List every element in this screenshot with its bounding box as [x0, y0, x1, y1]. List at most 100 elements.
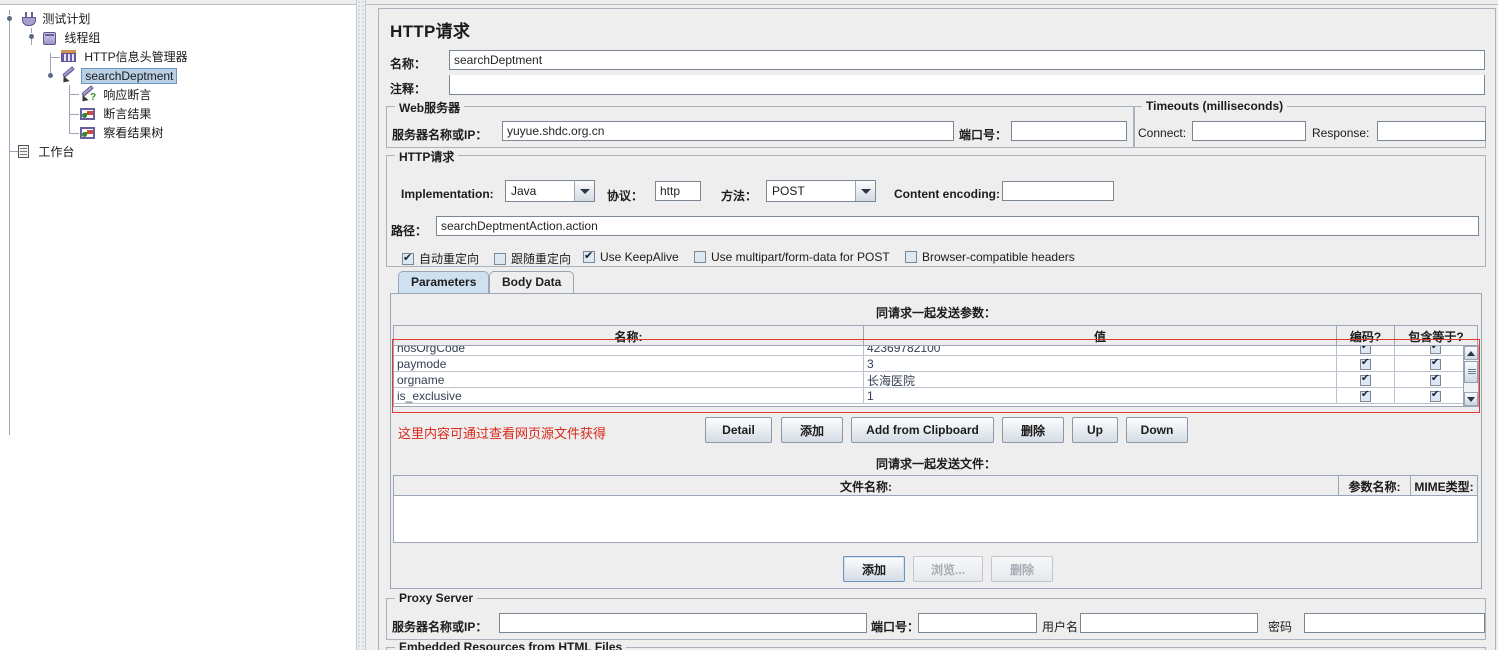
cell-param-name[interactable]: is_exclusive: [394, 388, 864, 404]
parameters-table[interactable]: 名称: 值 编码? 包含等于? hosOrgCode 42369782100 p…: [393, 325, 1478, 407]
cell-param-encode[interactable]: [1337, 388, 1395, 404]
tab-body-data[interactable]: Body Data: [489, 271, 575, 293]
add-from-clipboard-button[interactable]: Add from Clipboard: [851, 417, 994, 443]
web-server-host-label: 服务器名称或IP：: [392, 128, 488, 142]
checkbox-box[interactable]: [1430, 388, 1441, 402]
web-server-host-input[interactable]: yuyue.shdc.org.cn: [502, 121, 954, 141]
checkbox-auto-redirect[interactable]: 自动重定向: [402, 250, 479, 267]
tree-line: [50, 57, 60, 58]
cell-param-encode[interactable]: [1337, 356, 1395, 372]
add-file-button[interactable]: 添加: [843, 556, 905, 582]
column-header-value[interactable]: 值: [864, 326, 1337, 346]
cell-param-value[interactable]: 42369782100: [864, 346, 1337, 355]
column-header-include-equals[interactable]: 包含等于?: [1395, 326, 1477, 346]
web-server-port-input[interactable]: [1011, 121, 1127, 141]
proxy-port-input[interactable]: [918, 613, 1037, 633]
scroll-down-arrow-icon[interactable]: [1464, 392, 1478, 406]
tree-node-view-results-tree[interactable]: 察看结果树: [79, 125, 166, 141]
browse-file-button[interactable]: 浏览...: [913, 556, 983, 582]
checkbox-label: Browser-compatible headers: [922, 250, 1075, 264]
checkbox-box[interactable]: [1360, 372, 1371, 386]
column-header-filename[interactable]: 文件名称:: [394, 476, 1339, 496]
checkbox-multipart-form-data[interactable]: Use multipart/form-data for POST: [694, 250, 890, 264]
method-select[interactable]: POST: [766, 180, 876, 202]
checkbox-use-keepalive[interactable]: Use KeepAlive: [583, 249, 679, 264]
proxy-username-input[interactable]: [1080, 613, 1258, 633]
table-row[interactable]: is_exclusive 1: [394, 388, 1477, 404]
cell-param-name[interactable]: paymode: [394, 356, 864, 372]
column-header-mime-type[interactable]: MIME类型:: [1411, 476, 1477, 496]
comment-input[interactable]: [449, 75, 1485, 95]
implementation-label: Implementation:: [401, 187, 494, 201]
cell-param-value[interactable]: 长海医院: [864, 372, 1337, 388]
checkbox-box[interactable]: [1360, 388, 1371, 402]
checkbox-box[interactable]: [1430, 372, 1441, 386]
implementation-select[interactable]: Java: [505, 180, 595, 202]
chevron-down-icon[interactable]: [855, 181, 875, 201]
scroll-up-arrow-icon[interactable]: [1464, 346, 1478, 360]
tree-node-search-deptment[interactable]: searchDeptment: [60, 66, 178, 85]
path-input[interactable]: searchDeptmentAction.action: [436, 216, 1479, 236]
panel-splitter[interactable]: [356, 0, 366, 650]
tree-node-label: searchDeptment: [81, 68, 178, 84]
checkbox-follow-redirect[interactable]: 跟随重定向: [494, 250, 571, 267]
tree-node-thread-group[interactable]: 线程组: [42, 30, 103, 46]
tree-line: [69, 94, 79, 95]
parameters-section-title: 同请求一起发送参数：: [875, 306, 996, 320]
cell-param-name[interactable]: orgname: [394, 372, 864, 388]
delete-parameter-button[interactable]: 删除: [1002, 417, 1064, 443]
http-request-group-title: HTTP请求: [395, 148, 459, 165]
cell-param-encode[interactable]: [1337, 346, 1395, 355]
view-results-tree-icon: [79, 126, 97, 141]
assertion-results-icon: [79, 107, 97, 122]
content-encoding-label: Content encoding:: [894, 187, 1000, 201]
column-header-name[interactable]: 名称:: [394, 326, 864, 346]
tree-node-workbench[interactable]: 工作台: [16, 144, 77, 160]
checkbox-box[interactable]: [1360, 356, 1371, 370]
chevron-down-icon[interactable]: [574, 181, 594, 201]
http-header-manager-icon: [60, 50, 78, 64]
proxy-password-input[interactable]: [1304, 613, 1485, 633]
cell-param-value[interactable]: 1: [864, 388, 1337, 404]
test-plan-tree[interactable]: 测试计划 线程组 HTTP信息头管理器 searchDeptment ? 响应断…: [0, 5, 356, 650]
detail-button[interactable]: Detail: [705, 417, 772, 443]
tree-expander-test-plan[interactable]: [5, 10, 14, 23]
tree-line: [69, 133, 79, 134]
proxy-port-label: 端口号：: [871, 620, 920, 634]
checkbox-browser-compatible-headers[interactable]: Browser-compatible headers: [905, 250, 1075, 264]
cell-param-encode[interactable]: [1337, 372, 1395, 388]
parameters-scrollbar[interactable]: [1463, 345, 1479, 407]
tree-node-response-assertion[interactable]: ? 响应断言: [79, 85, 154, 104]
response-timeout-input[interactable]: [1377, 121, 1486, 141]
delete-file-button[interactable]: 删除: [991, 556, 1053, 582]
column-header-param-name[interactable]: 参数名称:: [1339, 476, 1411, 496]
cell-param-value[interactable]: 3: [864, 356, 1337, 372]
checkbox-box[interactable]: [1430, 356, 1441, 370]
checkbox-box[interactable]: [1360, 346, 1371, 354]
checkbox-box: [494, 252, 506, 265]
proxy-host-input[interactable]: [499, 613, 867, 633]
tree-expander-thread-group[interactable]: [27, 28, 36, 41]
move-up-button[interactable]: Up: [1072, 417, 1118, 443]
name-input[interactable]: searchDeptment: [449, 50, 1485, 70]
connect-timeout-input[interactable]: [1192, 121, 1306, 141]
tree-node-test-plan[interactable]: 测试计划: [22, 11, 93, 27]
table-row[interactable]: orgname 长海医院: [394, 372, 1477, 388]
column-header-encode[interactable]: 编码?: [1337, 326, 1395, 346]
table-header-row: 文件名称: 参数名称: MIME类型:: [394, 476, 1477, 496]
tree-node-assertion-results[interactable]: 断言结果: [79, 106, 154, 122]
tab-parameters[interactable]: Parameters: [398, 271, 490, 293]
scrollbar-thumb[interactable]: [1464, 361, 1478, 383]
tree-node-http-header-manager[interactable]: HTTP信息头管理器: [60, 49, 191, 65]
protocol-input[interactable]: http: [655, 181, 701, 201]
cell-param-name[interactable]: hosOrgCode: [394, 346, 864, 355]
table-row[interactable]: paymode 3: [394, 356, 1477, 372]
tree-expander-http-request[interactable]: [46, 67, 55, 80]
checkbox-box[interactable]: [1430, 346, 1441, 354]
content-encoding-input[interactable]: [1002, 181, 1114, 201]
files-table[interactable]: 文件名称: 参数名称: MIME类型:: [393, 475, 1478, 543]
page-title: HTTP请求: [390, 22, 471, 41]
move-down-button[interactable]: Down: [1126, 417, 1188, 443]
table-row[interactable]: hosOrgCode 42369782100: [394, 346, 1477, 356]
add-parameter-button[interactable]: 添加: [781, 417, 843, 443]
